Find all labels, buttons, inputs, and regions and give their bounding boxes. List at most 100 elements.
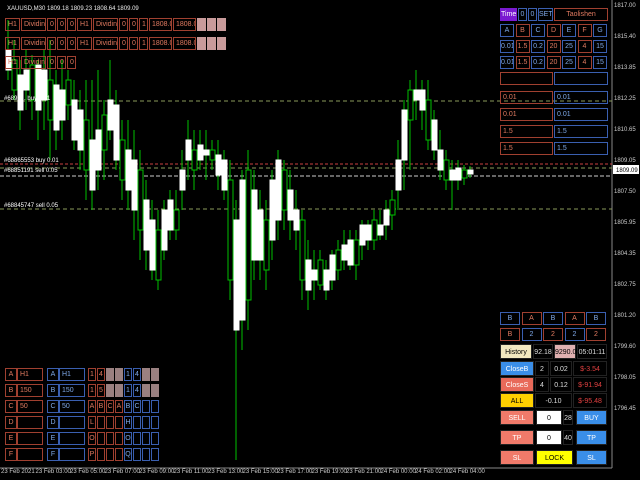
top-left-cell[interactable]: 0	[47, 37, 56, 50]
lower-letter[interactable]: B	[500, 312, 520, 325]
bl-grid-cell[interactable]: B	[97, 400, 105, 413]
bl-grid-cell[interactable]: O	[124, 432, 132, 445]
bl-grid-cell[interactable]	[151, 384, 159, 397]
pair-right[interactable]: 0.01	[554, 91, 608, 104]
top-left-cell[interactable]	[217, 18, 226, 31]
bl-grid-cell[interactable]	[142, 416, 150, 429]
top-left-cell[interactable]: 1	[139, 37, 148, 50]
top-left-cell[interactable]: Dividing	[21, 56, 46, 69]
bl-grid-cell[interactable]	[151, 432, 159, 445]
preset-value[interactable]: 15	[593, 40, 607, 53]
bl-grid-cell[interactable]: A	[115, 400, 123, 413]
top-left-cell[interactable]: Dividing	[21, 18, 46, 31]
bl-grid-cell[interactable]: 1	[88, 368, 96, 381]
sell-lot-input[interactable]: 0	[536, 410, 562, 425]
top-left-cell[interactable]: 0	[57, 37, 66, 50]
top-left-cell[interactable]: Dividing	[21, 37, 46, 50]
bl-letter[interactable]: A	[47, 368, 59, 381]
preset-value[interactable]: 25	[562, 40, 576, 53]
sl-buy-button[interactable]: SL	[576, 450, 607, 465]
top-left-cell[interactable]	[217, 37, 226, 50]
lower-value[interactable]: B	[500, 328, 520, 341]
lock-button[interactable]: LOCK	[536, 450, 573, 465]
preset-value[interactable]: 0.2	[531, 40, 545, 53]
bl-letter[interactable]: C	[5, 400, 17, 413]
top-left-cell[interactable]	[197, 37, 206, 50]
tp-buy-button[interactable]: TP	[576, 430, 607, 445]
top-left-cell[interactable]: H1	[5, 37, 20, 50]
bl-grid-cell[interactable]	[142, 368, 150, 381]
pair-right[interactable]: 1.5	[554, 142, 608, 155]
tp-sell-button[interactable]: TP	[500, 430, 534, 445]
bl-grid-cell[interactable]	[106, 416, 114, 429]
bl-letter[interactable]: F	[5, 448, 17, 461]
bl-grid-cell[interactable]	[142, 448, 150, 461]
close-all-button[interactable]: ALL	[500, 393, 534, 408]
bl-letter[interactable]: A	[5, 368, 17, 381]
top-left-cell[interactable]: Dividing	[93, 37, 118, 50]
preset-value[interactable]: 0.2	[531, 56, 545, 69]
bl-grid-cell[interactable]	[142, 384, 150, 397]
bl-grid-cell[interactable]: 1	[88, 384, 96, 397]
bl-grid-cell[interactable]: Q	[124, 448, 132, 461]
bl-grid-cell[interactable]	[115, 448, 123, 461]
top-left-cell[interactable]: 0	[119, 18, 128, 31]
bl-value[interactable]	[59, 448, 85, 461]
preset-value[interactable]: 20	[546, 40, 561, 53]
bl-grid-cell[interactable]	[106, 384, 114, 397]
bl-grid-cell[interactable]	[133, 448, 141, 461]
bl-grid-cell[interactable]	[115, 384, 123, 397]
bl-letter[interactable]: D	[5, 416, 17, 429]
pair-right[interactable]: 0.01	[554, 108, 608, 121]
bl-grid-cell[interactable]	[115, 432, 123, 445]
bl-grid-cell[interactable]: 1	[124, 368, 132, 381]
bl-grid-cell[interactable]	[133, 432, 141, 445]
top-left-cell[interactable]	[197, 18, 206, 31]
bl-grid-cell[interactable]: 1	[124, 384, 132, 397]
top-left-cell[interactable]: 0	[67, 37, 76, 50]
bl-letter[interactable]: E	[5, 432, 17, 445]
bl-grid-cell[interactable]: 4	[97, 368, 105, 381]
lower-value[interactable]: 2	[586, 328, 606, 341]
preset-letter[interactable]: C	[531, 24, 545, 37]
bl-value[interactable]: 50	[17, 400, 43, 413]
top-left-cell[interactable]: 1808.05	[149, 37, 172, 50]
bl-letter[interactable]: F	[47, 448, 59, 461]
bl-grid-cell[interactable]	[151, 368, 159, 381]
lower-letter[interactable]: A	[564, 312, 585, 325]
bl-grid-cell[interactable]	[106, 448, 114, 461]
bl-grid-cell[interactable]	[97, 416, 105, 429]
top-left-cell[interactable]: 0	[67, 56, 76, 69]
top-left-cell[interactable]: 1	[139, 18, 148, 31]
tp-input[interactable]: 0	[536, 430, 562, 445]
bl-grid-cell[interactable]: H	[124, 416, 132, 429]
bl-grid-cell[interactable]: 4	[133, 384, 141, 397]
preset-value[interactable]: 0.01	[500, 40, 514, 53]
preset-value[interactable]: 0.01	[500, 56, 514, 69]
bl-value[interactable]	[17, 416, 43, 429]
top-left-cell[interactable]: Dividing	[93, 18, 118, 31]
bl-value[interactable]	[59, 416, 85, 429]
top-left-cell[interactable]: 0	[67, 18, 76, 31]
sell-button[interactable]: SELL	[500, 410, 534, 425]
preset-letter[interactable]: G	[593, 24, 607, 37]
bl-grid-cell[interactable]: 4	[133, 368, 141, 381]
top-left-cell[interactable]: 0	[129, 18, 138, 31]
preset-value[interactable]: 1.5	[515, 40, 530, 53]
bl-value[interactable]: 150	[17, 384, 43, 397]
lower-value[interactable]: 2	[564, 328, 585, 341]
bl-grid-cell[interactable]: A	[88, 400, 96, 413]
pair-left[interactable]: 1.5	[500, 125, 553, 138]
time-button[interactable]: Time	[500, 8, 517, 21]
bl-grid-cell[interactable]: 5	[97, 384, 105, 397]
preset-value[interactable]: 15	[593, 56, 607, 69]
bl-grid-cell[interactable]	[142, 400, 150, 413]
preset-letter[interactable]: D	[546, 24, 561, 37]
top-left-cell[interactable]: 0	[57, 56, 66, 69]
bl-grid-cell[interactable]	[115, 416, 123, 429]
preset-value[interactable]: 20	[546, 56, 561, 69]
pair-left[interactable]: 0.01	[500, 91, 553, 104]
bl-letter[interactable]: C	[47, 400, 59, 413]
bl-value[interactable]: H1	[17, 368, 43, 381]
close-buy-button[interactable]: CloseB	[500, 361, 534, 376]
